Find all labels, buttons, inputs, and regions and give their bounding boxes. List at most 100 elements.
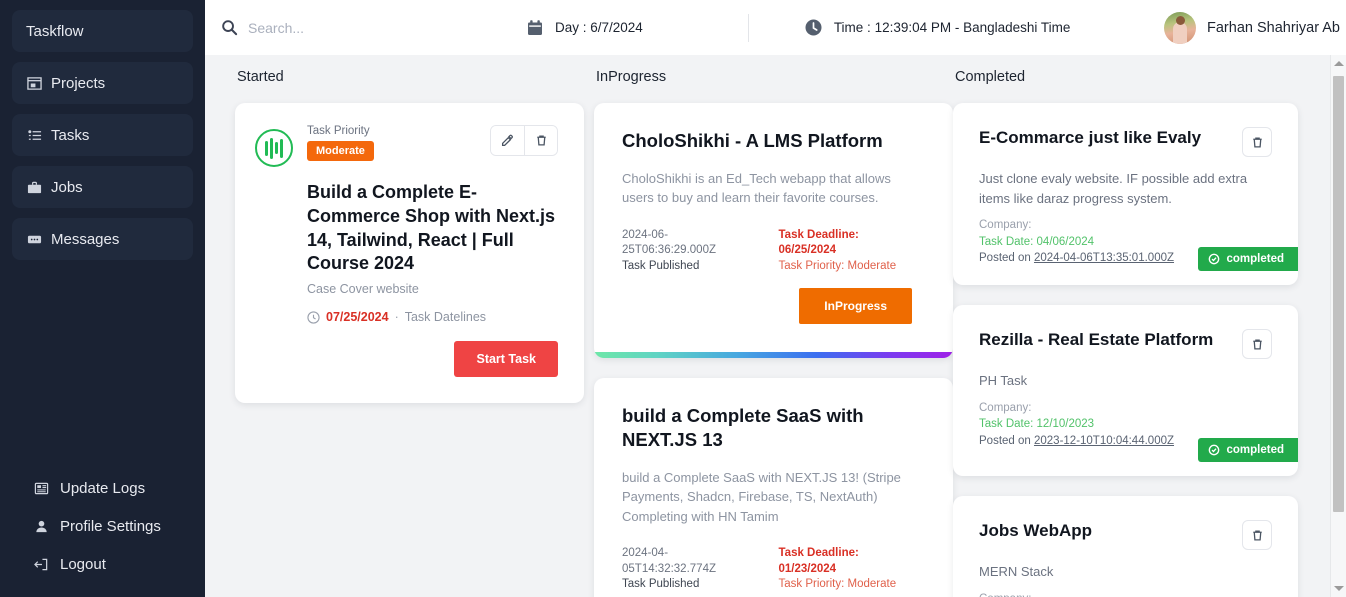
card-header: Jobs WebApp: [979, 520, 1272, 551]
delete-button[interactable]: [1242, 329, 1272, 360]
delete-button[interactable]: [1242, 520, 1272, 551]
sidebar-item-jobs[interactable]: Jobs: [12, 166, 193, 208]
task-deadline: Task Deadline: 06/25/2024: [778, 228, 859, 257]
card-meta: Company:: [979, 591, 1272, 597]
task-card-completed[interactable]: E-Commarce just like Evaly Just clone ev…: [953, 103, 1298, 286]
card-meta: 2024-06-25T06:36:29.000Z Task Published …: [622, 228, 912, 275]
search-container[interactable]: [221, 19, 521, 36]
task-card-inprogress[interactable]: build a Complete SaaS with NEXT.JS 13 bu…: [594, 378, 953, 597]
sidebar-item-profile-settings[interactable]: Profile Settings: [12, 507, 193, 545]
deadline-block: Task Deadline: 06/25/2024 Task Priority:…: [779, 228, 913, 275]
tasks-icon: [26, 127, 42, 143]
sidebar-item-projects[interactable]: Projects: [12, 62, 193, 104]
sidebar-item-update-logs[interactable]: Update Logs: [12, 469, 193, 507]
topbar: Day : 6/7/2024 Time : 12:39:04 PM - Bang…: [205, 0, 1346, 55]
sidebar-item-label: Projects: [51, 74, 106, 92]
app-root: Taskflow Projects Tasks Jobs Messages Up…: [0, 0, 1346, 597]
card-actions: [490, 125, 558, 156]
chevron-up-icon: [1333, 61, 1344, 66]
card-title: Rezilla - Real Estate Platform: [979, 330, 1214, 350]
card-title: Build a Complete E-Commerce Shop with Ne…: [307, 182, 556, 274]
task-chart-icon: [255, 129, 293, 167]
inprogress-button[interactable]: InProgress: [799, 288, 912, 325]
main-area: Day : 6/7/2024 Time : 12:39:04 PM - Bang…: [205, 0, 1346, 597]
sidebar-item-messages[interactable]: Messages: [12, 218, 193, 260]
delete-button[interactable]: [1242, 127, 1272, 157]
column-completed: Completed E-Commarce just like Evaly Jus…: [953, 69, 1312, 597]
task-deadline: Task Deadline: 01/23/2024: [778, 547, 859, 575]
sidebar-item-label: Jobs: [51, 178, 83, 196]
card-description: PH Task: [979, 373, 1028, 389]
message-icon: [26, 231, 42, 247]
user-name: Farhan Shahriyar Ab: [1207, 19, 1340, 36]
check-circle-icon: [1209, 444, 1220, 456]
column-title: Completed: [955, 69, 1026, 85]
sidebar-item-logout[interactable]: Logout: [12, 545, 193, 583]
task-date: Task Date: 12/10/2023: [979, 418, 1095, 431]
priority-block: Task Priority Moderate: [307, 125, 374, 161]
search-input[interactable]: [248, 19, 488, 36]
card-dateline: 07/25/2024 · Task Datelines: [307, 310, 558, 324]
column-inprogress: InProgress CholoShikhi - A LMS Platform …: [594, 69, 953, 597]
card-title: E-Commarce just like Evaly: [979, 128, 1202, 147]
sidebar-item-label: Tasks: [51, 126, 90, 144]
published-iso: 2024-04-05T14:32:32.774Z: [622, 547, 716, 575]
time-display: Time : 12:39:04 PM - Bangladeshi Time: [804, 18, 1071, 37]
status-badge-label: completed: [1226, 253, 1284, 266]
column-started: Started Task Priority Moderate Build a C…: [235, 69, 594, 597]
scrollbar-thumb[interactable]: [1332, 76, 1344, 512]
card-description: CholoShikhi is an Ed_Tech webapp that al…: [622, 170, 891, 206]
card-inner: CholoShikhi - A LMS Platform CholoShikhi…: [594, 103, 940, 336]
delete-button[interactable]: [524, 126, 557, 155]
update-logs-icon: [33, 480, 49, 496]
logout-icon: [33, 556, 49, 572]
calendar-icon: [526, 19, 544, 37]
task-card-started[interactable]: Task Priority Moderate Build a Complete …: [235, 103, 584, 403]
task-card-completed[interactable]: Rezilla - Real Estate Platform PH Task C…: [953, 305, 1298, 477]
company-label: Company:: [979, 401, 1032, 414]
priority-badge: Moderate: [307, 141, 374, 161]
profile-icon: [33, 518, 49, 534]
company-label: Company:: [979, 219, 1032, 231]
time-label: Time : 12:39:04 PM - Bangladeshi Time: [833, 20, 1071, 35]
card-due-date: 07/25/2024: [326, 310, 389, 324]
card-header: E-Commarce just like Evaly: [979, 127, 1272, 157]
start-task-button[interactable]: Start Task: [454, 341, 558, 377]
card-subtitle: Case Cover website: [307, 282, 419, 296]
card-gradient-bar: [594, 352, 953, 359]
column-title: InProgress: [596, 69, 667, 85]
separator-dot: ·: [394, 310, 399, 324]
vertical-scrollbar[interactable]: [1330, 55, 1346, 597]
posted-iso: 2023-12-10T10:04:44.000Z: [1033, 434, 1175, 447]
published-iso: 2024-06-25T06:36:29.000Z: [622, 228, 716, 257]
scroll-up-button[interactable]: [1331, 55, 1346, 72]
check-circle-icon: [1209, 253, 1220, 265]
scrollbar-track[interactable]: [1331, 72, 1346, 580]
card-title: Jobs WebApp: [979, 521, 1093, 541]
chevron-down-icon: [1333, 586, 1344, 591]
card-header: Rezilla - Real Estate Platform: [979, 329, 1272, 360]
task-priority: Task Priority: Moderate: [778, 259, 897, 272]
edit-button[interactable]: [491, 126, 524, 155]
search-icon: [221, 19, 238, 36]
priority-label: Task Priority: [307, 125, 370, 137]
briefcase-icon: [26, 179, 42, 195]
published-label: Task Published: [622, 259, 700, 272]
user-menu[interactable]: Farhan Shahriyar Ab: [1164, 11, 1346, 44]
sidebar-item-label: Logout: [60, 555, 106, 573]
card-inner: build a Complete SaaS with NEXT.JS 13 bu…: [594, 378, 940, 597]
column-body: E-Commarce just like Evaly Just clone ev…: [953, 103, 1312, 597]
column-title: Started: [237, 69, 284, 85]
sidebar-item-tasks[interactable]: Tasks: [12, 114, 193, 156]
day-display: Day : 6/7/2024: [526, 19, 643, 37]
card-meta: 2024-04-05T14:32:32.774Z Task Published …: [622, 546, 912, 593]
task-card-completed[interactable]: Jobs WebApp MERN Stack Company:: [953, 496, 1298, 597]
card-title: build a Complete SaaS with NEXT.JS 13: [622, 405, 864, 450]
sidebar-item-label: Profile Settings: [60, 517, 161, 535]
day-label: Day : 6/7/2024: [555, 20, 643, 35]
scroll-down-button[interactable]: [1331, 580, 1346, 597]
task-priority: Task Priority: Moderate: [778, 578, 897, 591]
status-badge-label: completed: [1226, 444, 1284, 457]
task-card-inprogress[interactable]: CholoShikhi - A LMS Platform CholoShikhi…: [594, 103, 953, 359]
